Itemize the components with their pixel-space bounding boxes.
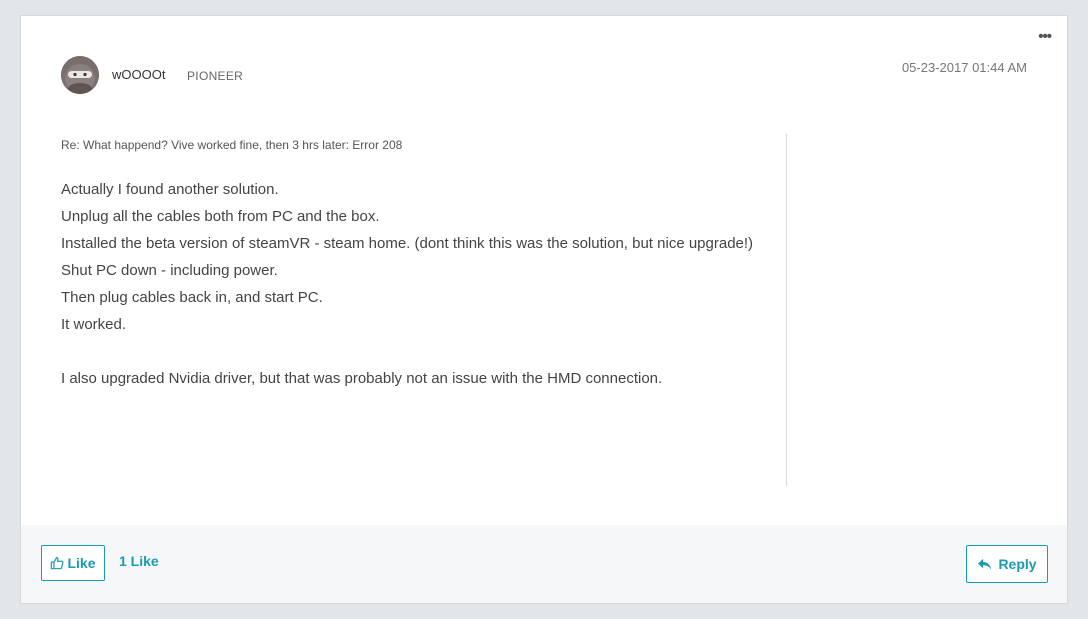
post-date: 05-23-2017 (901, 60, 969, 75)
column-divider (786, 134, 787, 486)
reply-button-label: Reply (998, 556, 1037, 572)
forum-post-card: ••• wOOOOt PIONEER 05-23-2017 01:44 AM R… (20, 15, 1068, 604)
ninja-avatar-icon (61, 56, 99, 94)
author-rank-badge: PIONEER (187, 69, 244, 83)
post-body: Actually I found another solution. Unplu… (61, 176, 761, 392)
post-body-line: Then plug cables back in, and start PC. (61, 289, 323, 306)
like-button[interactable]: Like (41, 545, 105, 581)
post-body-line: Shut PC down - including power. (61, 262, 278, 279)
post-footer: Like 1 Like Reply (21, 525, 1067, 603)
author-name-link[interactable]: wOOOOt (112, 67, 165, 82)
post-body-line: It worked. (61, 316, 127, 333)
post-time: 01:44 AM (972, 60, 1027, 75)
like-count-link[interactable]: 1 Like (119, 553, 159, 569)
post-timestamp: 05-23-2017 01:44 AM (902, 60, 1027, 75)
author-avatar[interactable] (61, 56, 99, 94)
thumbs-up-icon (51, 556, 64, 570)
post-body-line: Unplug all the cables both from PC and t… (61, 208, 380, 225)
post-body-line: Actually I found another solution. (61, 181, 279, 198)
post-options-ellipsis-icon[interactable]: ••• (1038, 29, 1052, 44)
post-body-line: Installed the beta version of steamVR - … (61, 235, 754, 252)
reply-button[interactable]: Reply (966, 545, 1048, 583)
reply-arrow-icon (978, 558, 992, 570)
post-body-line: I also upgraded Nvidia driver, but that … (61, 370, 663, 387)
post-subject: Re: What happend? Vive worked fine, then… (61, 138, 403, 152)
like-button-label: Like (67, 555, 96, 571)
